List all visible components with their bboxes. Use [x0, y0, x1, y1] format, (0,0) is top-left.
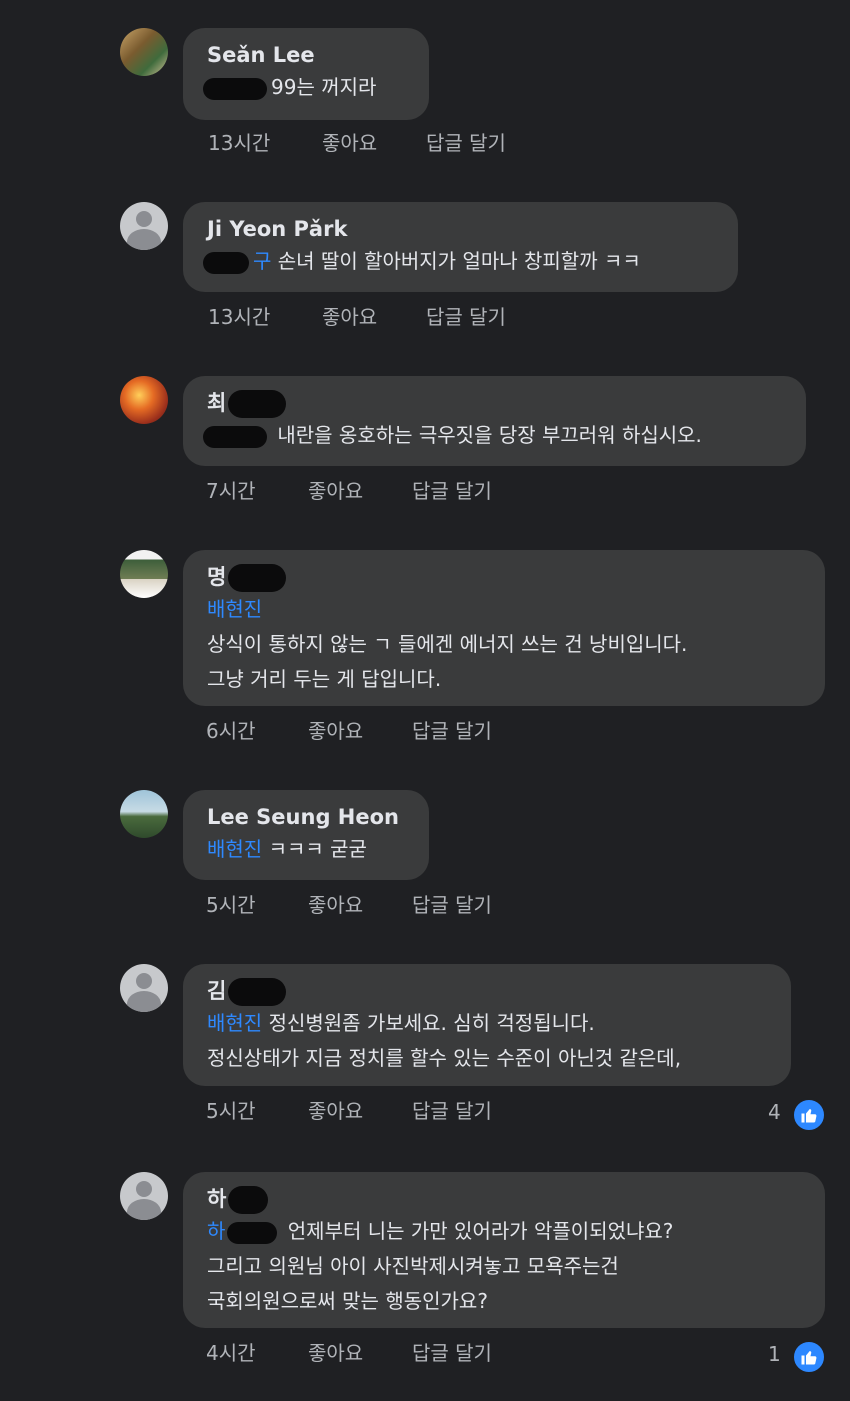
mention-link[interactable]: 배현진: [207, 597, 262, 621]
default-avatar-icon[interactable]: [120, 202, 168, 250]
reaction-summary[interactable]: 1: [768, 1340, 828, 1374]
reply-button[interactable]: 답글 달기: [412, 890, 492, 920]
like-button[interactable]: 좋아요: [308, 890, 363, 920]
comment-time[interactable]: 13시간: [208, 128, 270, 158]
avatar[interactable]: [120, 28, 168, 76]
comment-text: 정신상태가 지금 정치를 할수 있는 수준이 아닌것 같은데,: [207, 1046, 682, 1070]
comment-author[interactable]: 하: [207, 1184, 801, 1214]
like-button[interactable]: 좋아요: [308, 1338, 363, 1368]
comment-text: 그리고 의원님 아이 사진박제시켜놓고 모욕주는건: [207, 1254, 619, 1278]
comment-bubble: Lee Seung Heon 배현진 ㅋㅋㅋ 굳굳: [183, 790, 429, 880]
avatar[interactable]: [120, 550, 168, 598]
mention-link[interactable]: 구: [253, 249, 271, 273]
reply-button[interactable]: 답글 달기: [412, 476, 492, 506]
comment-author[interactable]: 최: [207, 388, 782, 418]
reply-button[interactable]: 답글 달기: [412, 1338, 492, 1368]
comment-bubble: 하 하 언제부터 니는 가만 있어라가 악플이되었냐요? 그리고 의원님 아이 …: [183, 1172, 825, 1328]
redacted-name: [227, 978, 286, 1006]
reply-button[interactable]: 답글 달기: [412, 1096, 492, 1126]
comment-text: 99는 꺼지라: [203, 70, 405, 105]
reaction-count: 4: [768, 1100, 781, 1124]
avatar[interactable]: [120, 790, 168, 838]
avatar[interactable]: [120, 376, 168, 424]
comment-author[interactable]: Seǎn Lee: [207, 40, 405, 70]
comment-bubble: 최 내란을 옹호하는 극우짓을 당장 부끄러워 하십시오.: [183, 376, 806, 466]
comment-text: 그냥 거리 두는 게 답입니다.: [207, 667, 442, 691]
comment-author[interactable]: Lee Seung Heon: [207, 802, 405, 832]
redacted-mention: [227, 1221, 278, 1244]
reply-button[interactable]: 답글 달기: [426, 128, 506, 158]
thumbs-up-icon: [792, 1098, 826, 1132]
redacted-name: [227, 1186, 268, 1214]
redacted-mention: [203, 425, 267, 448]
reaction-count: 1: [768, 1342, 781, 1366]
comment-bubble: 명 배현진 상식이 통하지 않는 ㄱ 들에겐 에너지 쓰는 건 낭비입니다. 그…: [183, 550, 825, 706]
like-button[interactable]: 좋아요: [308, 716, 363, 746]
default-avatar-icon[interactable]: [120, 1172, 168, 1220]
like-button[interactable]: 좋아요: [322, 302, 377, 332]
redacted-name: [227, 564, 286, 592]
redacted-mention: [203, 77, 267, 100]
comment-text: 내란을 옹호하는 극우짓을 당장 부끄러워 하십시오.: [203, 418, 782, 453]
comment-time[interactable]: 4시간: [206, 1338, 256, 1368]
comment-bubble: 김 배현진 정신병원좀 가보세요. 심히 걱정됩니다. 정신상태가 지금 정치를…: [183, 964, 791, 1086]
comment-author[interactable]: Ji Yeon Pǎrk: [207, 214, 714, 244]
comment-time[interactable]: 7시간: [206, 476, 256, 506]
comment-bubble: Ji Yeon Pǎrk 구 손녀 딸이 할아버지가 얼마나 창피할까 ㅋㅋ: [183, 202, 738, 292]
comment-time[interactable]: 13시간: [208, 302, 270, 332]
reply-button[interactable]: 답글 달기: [426, 302, 506, 332]
reply-button[interactable]: 답글 달기: [412, 716, 492, 746]
comment-time[interactable]: 5시간: [206, 890, 256, 920]
redacted-name: [227, 390, 286, 418]
comment-text: 배현진 ㅋㅋㅋ 굳굳: [207, 837, 367, 861]
comment-text: 배현진 정신병원좀 가보세요. 심히 걱정됩니다.: [207, 1011, 595, 1035]
comment-time[interactable]: 5시간: [206, 1096, 256, 1126]
comment-text: 국회의원으로써 맞는 행동인가요?: [207, 1289, 488, 1313]
reaction-summary[interactable]: 4: [768, 1098, 828, 1132]
like-button[interactable]: 좋아요: [322, 128, 377, 158]
mention-link[interactable]: 하: [207, 1219, 225, 1243]
mention-link[interactable]: 배현진: [207, 1011, 262, 1035]
comment-text: 상식이 통하지 않는 ㄱ 들에겐 에너지 쓰는 건 낭비입니다.: [207, 632, 688, 656]
default-avatar-icon[interactable]: [120, 964, 168, 1012]
like-button[interactable]: 좋아요: [308, 1096, 363, 1126]
comment-author[interactable]: 명: [207, 562, 801, 592]
mention-link[interactable]: 배현진: [207, 837, 262, 861]
redacted-mention: [203, 251, 249, 274]
mention-line: 배현진: [207, 592, 801, 627]
comment-text: 구 손녀 딸이 할아버지가 얼마나 창피할까 ㅋㅋ: [203, 244, 714, 279]
comment-time[interactable]: 6시간: [206, 716, 256, 746]
thumbs-up-icon: [792, 1340, 826, 1374]
comment-bubble: Seǎn Lee 99는 꺼지라: [183, 28, 429, 120]
comment-text: 하 언제부터 니는 가만 있어라가 악플이되었냐요?: [207, 1219, 674, 1244]
comment-author[interactable]: 김: [207, 976, 767, 1006]
like-button[interactable]: 좋아요: [308, 476, 363, 506]
